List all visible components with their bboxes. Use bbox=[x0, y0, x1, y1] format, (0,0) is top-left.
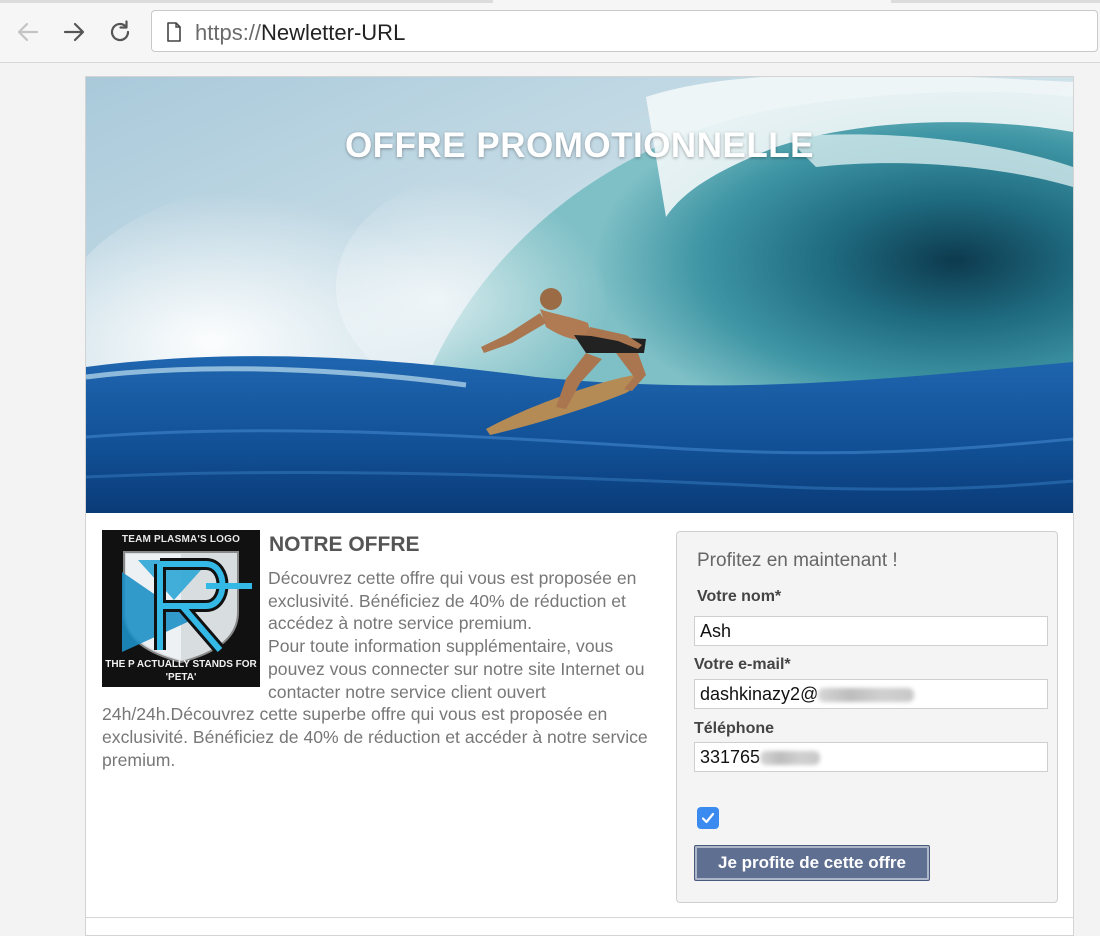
phone-value: 331765 bbox=[700, 747, 761, 767]
signup-form: Profitez en maintenant ! Votre nom* Ash … bbox=[676, 531, 1058, 903]
address-bar[interactable]: https://Newletter-URL bbox=[151, 10, 1098, 52]
browser-toolbar: https://Newletter-URL bbox=[0, 0, 1100, 63]
card-divider bbox=[86, 917, 1073, 918]
forward-button[interactable] bbox=[60, 18, 88, 46]
url-host: Newletter-URL bbox=[261, 20, 406, 45]
hero-banner: OFFRE PROMOTIONNELLE bbox=[86, 77, 1073, 513]
name-label: Votre nom* bbox=[697, 588, 782, 605]
reload-button[interactable] bbox=[106, 18, 134, 46]
email-redacted bbox=[818, 688, 915, 703]
newsletter-card: OFFRE PROMOTIONNELLE TEAM PLASMA'S LOGO … bbox=[85, 76, 1074, 936]
url-text: https://Newletter-URL bbox=[195, 20, 405, 46]
form-title: Profitez en maintenant ! bbox=[697, 550, 898, 571]
phone-field[interactable]: 331765 bbox=[694, 742, 1048, 772]
consent-checkbox[interactable] bbox=[697, 807, 719, 829]
page-icon bbox=[167, 22, 181, 42]
tab-strip bbox=[0, 0, 1100, 3]
reload-icon bbox=[110, 20, 130, 42]
submit-offer-button[interactable]: Je profite de cette offre bbox=[694, 845, 930, 881]
email-field[interactable]: dashkinazy2@ bbox=[694, 679, 1048, 709]
email-label: Votre e-mail* bbox=[694, 656, 791, 673]
phone-redacted bbox=[760, 751, 821, 766]
forward-arrow-icon bbox=[63, 22, 85, 42]
name-value: Ash bbox=[700, 621, 732, 641]
name-field[interactable]: Ash bbox=[694, 616, 1048, 646]
offer-description: Découvrez cette offre qui vous est propo… bbox=[102, 567, 657, 771]
url-scheme: https:// bbox=[195, 20, 262, 45]
email-value: dashkinazy2@ bbox=[700, 684, 819, 704]
phone-label: Téléphone bbox=[694, 720, 775, 737]
hero-title: OFFRE PROMOTIONNELLE bbox=[345, 126, 814, 165]
checkmark-icon bbox=[701, 812, 715, 824]
back-arrow-icon bbox=[17, 22, 39, 42]
back-button[interactable] bbox=[14, 18, 42, 46]
offer-title: NOTRE OFFRE bbox=[269, 533, 420, 556]
